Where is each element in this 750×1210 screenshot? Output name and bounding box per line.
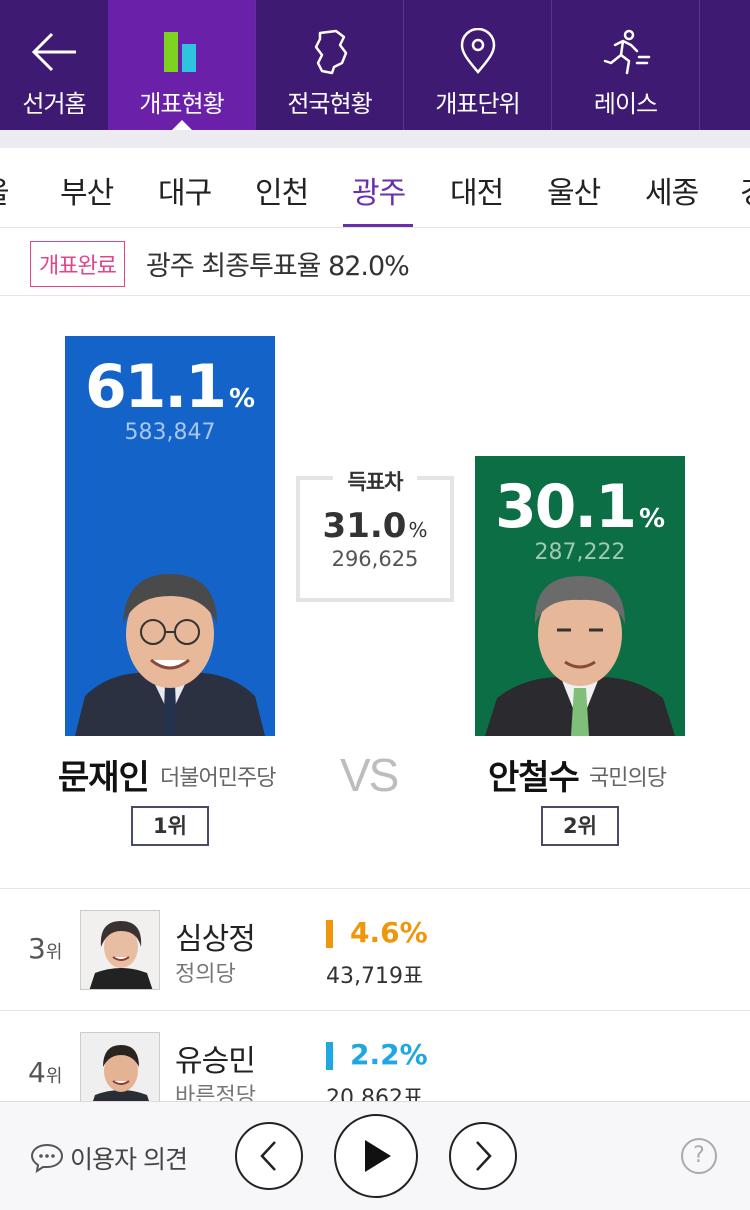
nav-label: 전국현황 [287, 90, 372, 118]
candidate-2-name: 안철수 [488, 758, 580, 798]
tab-city-sejong[interactable]: 세종 [645, 168, 699, 212]
candidate-2-pct: 30.1% [494, 472, 666, 542]
nav-tab-count-status[interactable]: 개표현황 [108, 0, 256, 130]
status-badge: 개표완료 [30, 241, 125, 287]
tab-city-busan[interactable]: 부산 [60, 168, 114, 212]
vote-diff-votes: 296,625 [331, 547, 419, 571]
candidate-2-votes: 287,222 [534, 540, 626, 565]
vote-diff-title: 득표차 [333, 466, 417, 494]
vote-diff-pct: 31.0% [322, 506, 428, 546]
nav-tab-exit-poll[interactable]: 출 [700, 0, 750, 130]
candidate-2-rank-badge: 2위 [541, 806, 619, 846]
tab-city-ulsan[interactable]: 울산 [547, 168, 601, 212]
speech-bubble-icon [30, 1143, 64, 1174]
chevron-right-icon [476, 1141, 492, 1171]
tab-city-daejeon[interactable]: 대전 [450, 168, 504, 212]
candidate-1-rank-badge: 1위 [131, 806, 209, 846]
bottom-bar: 이용자 의견 ? [0, 1101, 750, 1210]
nav-tab-count-unit[interactable]: 개표단위 [404, 0, 552, 130]
candidate-1-pct: 61.1% [84, 352, 256, 422]
user-opinion-label: 이용자 의견 [70, 1145, 188, 1174]
bar-chart-icon [162, 22, 202, 82]
candidate-3-party: 정의당 [175, 962, 236, 987]
active-tab-underline [343, 224, 413, 227]
candidate-1-card: 61.1% 583,847 [65, 336, 275, 736]
candidate-2-photo [485, 576, 675, 736]
candidate-1-party: 더불어민주당 [160, 766, 276, 791]
candidate-3-votes: 43,719표 [326, 964, 424, 989]
candidate-2-party: 국민의당 [589, 766, 667, 791]
divider [0, 888, 750, 889]
candidate-3-bar [326, 920, 333, 948]
status-bar: 개표완료 광주 최종투표율 82.0% [0, 228, 750, 296]
chevron-left-icon [260, 1141, 276, 1171]
candidate-2-card: 30.1% 287,222 [475, 456, 685, 736]
turnout-text: 광주 최종투표율 82.0% [146, 251, 410, 282]
nav-label: 레이스 [593, 90, 658, 118]
help-icon[interactable]: ? [681, 1138, 717, 1174]
candidate-3-photo [80, 910, 160, 990]
candidate-4-name: 유승민 [175, 1044, 256, 1079]
vs-label: VS [340, 749, 399, 801]
tab-city-seoul[interactable]: 울 [0, 168, 10, 212]
row-rank: 3위 [28, 932, 63, 965]
nav-back-election-home[interactable]: 선거홈 [0, 0, 108, 130]
runner-icon [601, 22, 651, 82]
nav-label: 개표단위 [435, 90, 520, 118]
separator [0, 130, 750, 148]
location-pin-icon [458, 22, 498, 82]
candidate-4-pct: 2.2% [350, 1038, 428, 1071]
candidate-4-bar [326, 1042, 333, 1070]
tab-city-gyeonggi[interactable]: 경 [740, 168, 750, 212]
nav-label: 선거홈 [22, 90, 86, 118]
tab-city-gwangju[interactable]: 광주 [352, 168, 406, 212]
nav-tab-nationwide[interactable]: 전국현황 [256, 0, 404, 130]
play-button[interactable] [334, 1114, 418, 1198]
city-tabs: 울 부산 대구 인천 광주 대전 울산 세종 경 [0, 148, 750, 228]
prev-button[interactable] [235, 1122, 303, 1190]
tab-city-incheon[interactable]: 인천 [255, 168, 309, 212]
row-rank: 4위 [28, 1056, 63, 1089]
candidate-1-name: 문재인 [58, 758, 150, 798]
korea-map-icon [310, 22, 350, 82]
tab-city-daegu[interactable]: 대구 [158, 168, 212, 212]
back-arrow-icon [30, 22, 78, 82]
candidate-4-photo [80, 1032, 160, 1112]
candidate-3-name: 심상정 [175, 922, 256, 957]
user-opinion-button[interactable]: 이용자 의견 [30, 1140, 188, 1176]
nav-label: 개표현황 [139, 90, 224, 118]
top-nav: 선거홈 개표현황 전국현황 개표단위 레이스 출 [0, 0, 750, 130]
play-icon [365, 1140, 391, 1172]
divider [0, 1010, 750, 1011]
candidate-3-pct: 4.6% [350, 916, 428, 949]
candidate-1-photo [75, 574, 265, 736]
candidate-1-votes: 583,847 [124, 420, 216, 445]
next-button[interactable] [449, 1122, 517, 1190]
nav-tab-race[interactable]: 레이스 [552, 0, 700, 130]
